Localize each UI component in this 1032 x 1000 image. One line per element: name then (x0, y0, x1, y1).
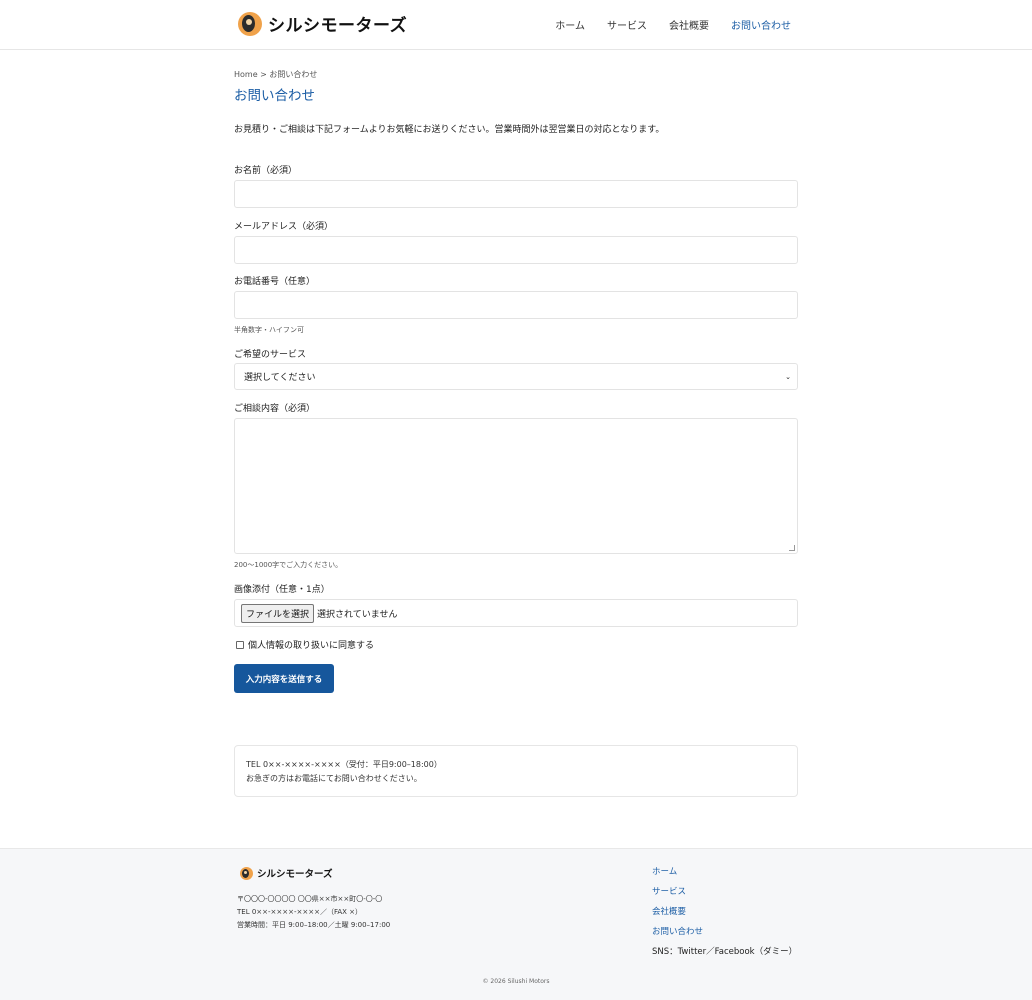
name-field[interactable] (234, 180, 798, 208)
footer-link-home[interactable]: ホーム (652, 865, 797, 879)
service-label: ご希望のサービス (234, 350, 307, 360)
info-note: お急ぎの方はお電話にてお問い合わせください。 (246, 774, 422, 783)
footer-sns: SNS：Twitter／Facebook（ダミー） (652, 947, 798, 957)
service-select[interactable]: 選択してください ⌄ (234, 363, 798, 390)
page-title: お問い合わせ (234, 88, 315, 104)
footer-hours: 営業時間：平日 9:00–18:00／土曜 9:00–17:00 (237, 921, 391, 929)
footer-logo-text: シルシモーターズ (257, 869, 333, 880)
phone-field[interactable] (234, 291, 798, 319)
footer-links: ホーム サービス 会社概要 お問い合わせ SNS：Twitter／Faceboo… (652, 865, 797, 959)
phone-label: お電話番号（任意） (234, 277, 316, 287)
site-header: シルシモーターズ ホーム サービス 会社概要 お問い合わせ (0, 0, 1032, 50)
site-logo[interactable]: シルシモーターズ (238, 11, 407, 36)
footer-address: 〒〇〇〇-〇〇〇〇 〇〇県××市××町〇-〇-〇 (237, 895, 383, 903)
nav-item-services[interactable]: サービス (607, 17, 647, 32)
service-selected-value: 選択してください (244, 373, 316, 383)
file-input: ファイルを選択 選択されていません (234, 599, 798, 627)
nav-item-home[interactable]: ホーム (555, 17, 585, 32)
file-status-text: 選択されていません (317, 609, 398, 620)
consent-row[interactable]: 個人情報の取り扱いに同意する (236, 638, 374, 651)
resize-handle-icon[interactable] (789, 545, 795, 551)
message-label: ご相談内容（必須） (234, 404, 316, 414)
nav-item-company[interactable]: 会社概要 (669, 17, 709, 32)
nav-item-contact[interactable]: お問い合わせ (731, 17, 791, 32)
name-label: お名前（必須） (234, 166, 298, 176)
logo-text: シルシモーターズ (268, 16, 408, 36)
email-field[interactable] (234, 236, 798, 264)
site-footer: シルシモーターズ 〒〇〇〇-〇〇〇〇 〇〇県××市××町〇-〇-〇 TEL 0×… (0, 848, 1032, 1000)
logo-icon (238, 11, 262, 36)
footer-link-company[interactable]: 会社概要 (652, 905, 797, 919)
footer-logo[interactable]: シルシモーターズ (240, 866, 333, 880)
copyright: © 2026 Silushi Motors (482, 978, 550, 985)
email-label: メールアドレス（必須） (234, 222, 334, 232)
image-label: 画像添付（任意・1点） (234, 585, 330, 595)
message-hint: 200〜1000字でご入力ください。 (234, 561, 343, 569)
submit-button[interactable]: 入力内容を送信する (234, 664, 334, 693)
footer-link-contact[interactable]: お問い合わせ (652, 925, 797, 939)
logo-icon (240, 866, 253, 880)
footer-address-block: 〒〇〇〇-〇〇〇〇 〇〇県××市××町〇-〇-〇 TEL 0××-××××-××… (237, 893, 390, 932)
contact-info-box: TEL 0××-××××-××××（受付：平日9:00–18:00） お急ぎの方… (234, 745, 798, 797)
phone-hint: 半角数字・ハイフン可 (234, 326, 304, 334)
chevron-down-icon: ⌄ (785, 372, 791, 381)
choose-file-button[interactable]: ファイルを選択 (241, 603, 315, 623)
footer-link-services[interactable]: サービス (652, 885, 797, 899)
breadcrumb: Home > お問い合わせ (234, 70, 318, 79)
intro-text: お見積り・ご相談は下記フォームよりお気軽にお送りください。営業時間外は翌営業日の… (234, 125, 665, 135)
consent-label: 個人情報の取り扱いに同意する (248, 641, 375, 651)
main-nav: ホーム サービス 会社概要 お問い合わせ (555, 17, 791, 32)
message-textarea[interactable] (234, 418, 798, 554)
tel-line: TEL 0××-××××-××××（受付：平日9:00–18:00） (246, 760, 442, 769)
footer-tel: TEL 0××-××××-××××／（FAX ×） (237, 908, 363, 916)
consent-checkbox[interactable] (236, 640, 244, 649)
